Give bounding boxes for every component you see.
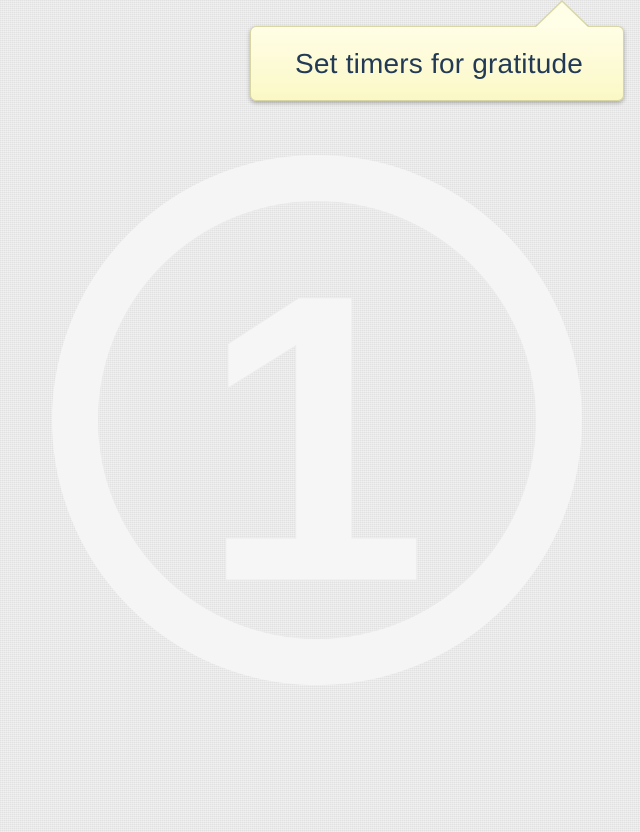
step-badge-graphic: 1 [52, 155, 582, 685]
hint-tooltip[interactable]: Set timers for gratitude [250, 26, 624, 101]
tooltip-text: Set timers for gratitude [294, 47, 584, 79]
step-number-badge: 1 [52, 155, 582, 685]
onboarding-screen: Set timers for gratitude 1 [0, 0, 640, 832]
step-number: 1 [200, 209, 428, 667]
tooltip-arrow [535, 2, 589, 28]
